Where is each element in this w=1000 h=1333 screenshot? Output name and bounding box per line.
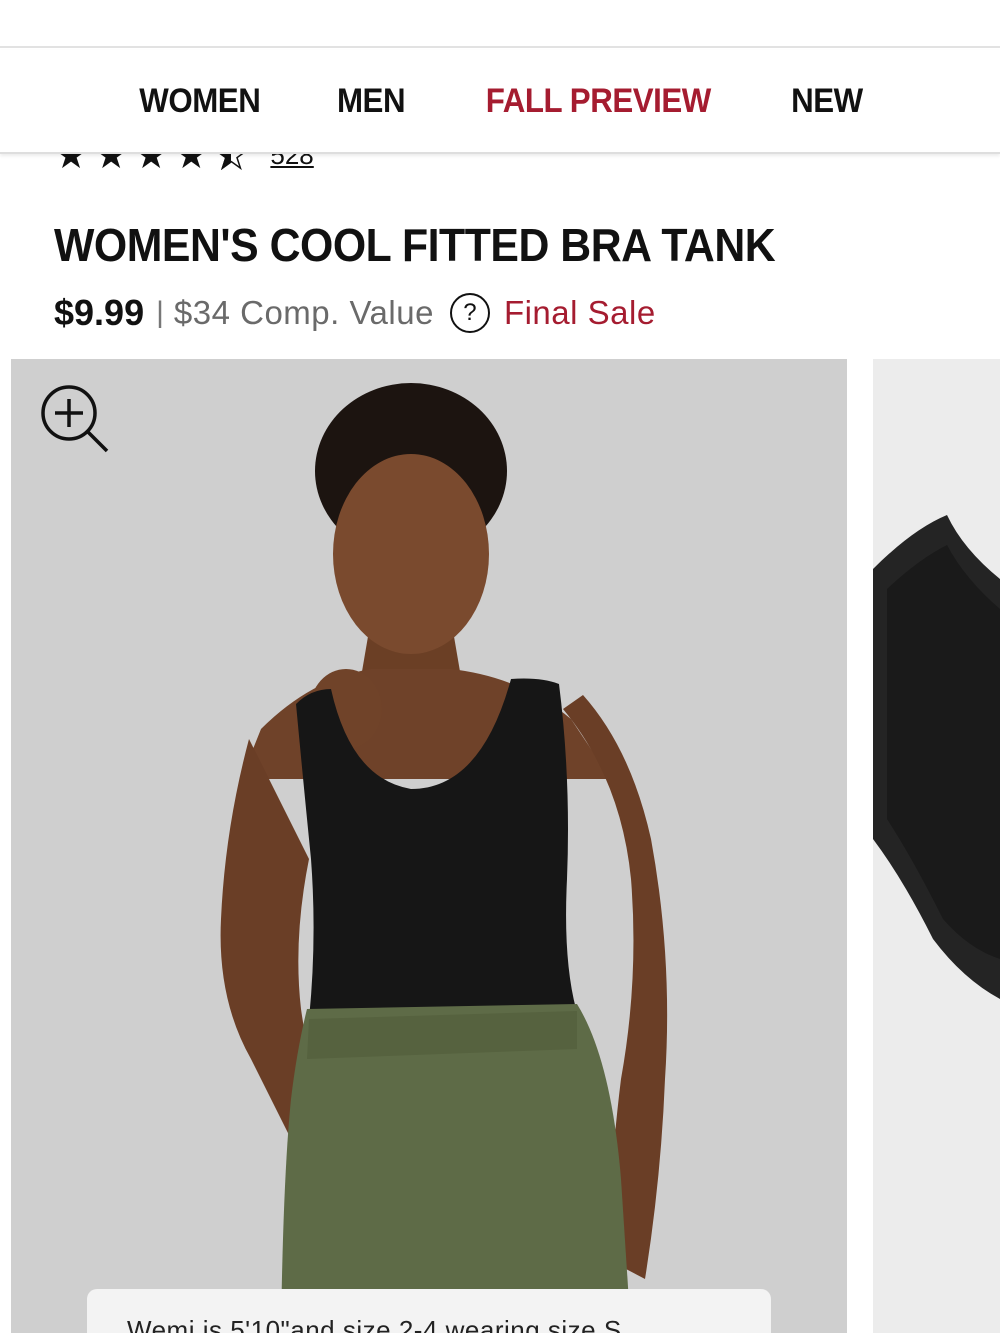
question-circle-icon[interactable]: ? (449, 293, 490, 333)
nav-item-new[interactable]: NEW (791, 82, 863, 121)
nav-item-women[interactable]: WOMEN (139, 82, 261, 121)
product-flat-photo (873, 359, 1000, 1333)
nav-item-men[interactable]: MEN (336, 82, 405, 121)
product-image-next[interactable] (873, 359, 1000, 1333)
product-image-main[interactable]: Wemi is 5'10"and size 2-4 wearing size S (11, 359, 847, 1333)
price-divider: | (156, 296, 164, 329)
price-row: $9.99 | $34 Comp. Value ? Final Sale (54, 290, 656, 336)
comp-value: $34 Comp. Value (173, 294, 434, 331)
category-nav: WOMEN MEN FALL PREVIEW NEW (0, 50, 1000, 154)
browser-top-strip (0, 0, 1000, 48)
model-caption: Wemi is 5'10"and size 2-4 wearing size S (87, 1289, 771, 1333)
nav-item-fall-preview[interactable]: FALL PREVIEW (485, 82, 711, 121)
product-title: WOMEN'S COOL FITTED BRA TANK (54, 219, 776, 271)
model-caption-text: Wemi is 5'10"and size 2-4 wearing size S (127, 1315, 622, 1333)
product-photo (11, 359, 847, 1333)
sale-price: $9.99 (54, 292, 145, 333)
zoom-in-icon[interactable] (37, 383, 113, 459)
final-sale-label: Final Sale (503, 294, 656, 331)
